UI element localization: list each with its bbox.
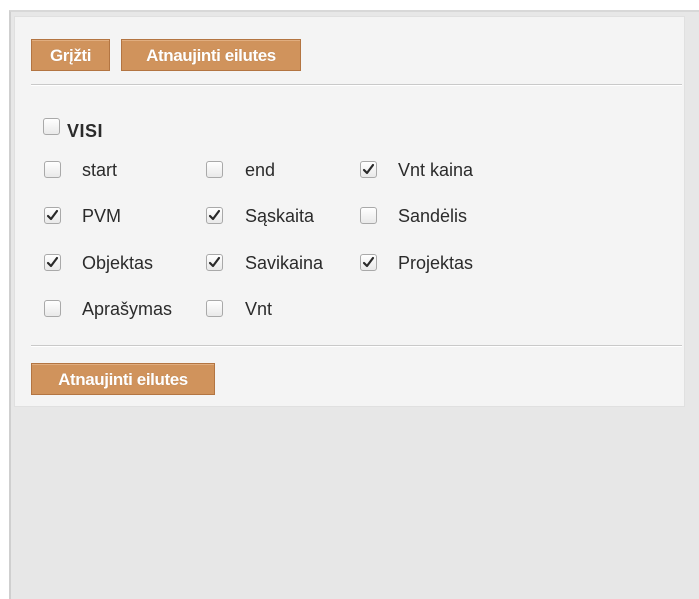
column-label-sandelis: Sandėlis (398, 206, 468, 226)
column-label-vnt-kaina: Vnt kaina (398, 160, 474, 180)
column-checkbox-saskaita[interactable] (206, 207, 223, 224)
column-label-end: end (245, 160, 276, 180)
column-label-saskaita: Sąskaita (245, 206, 315, 226)
divider (31, 345, 682, 347)
checkmark-icon (362, 163, 375, 175)
select-all-checkbox[interactable] (43, 118, 60, 135)
column-checkbox-vnt[interactable] (206, 300, 223, 317)
column-label-vnt: Vnt (245, 299, 273, 319)
checkmark-icon (208, 209, 221, 221)
column-checkbox-end[interactable] (206, 161, 223, 178)
select-all-label: VISI (67, 121, 104, 141)
column-label-pvm: PVM (82, 206, 122, 226)
column-checkbox-savikaina[interactable] (206, 254, 223, 271)
checkmark-icon (46, 209, 59, 221)
divider (31, 84, 682, 86)
checkmark-icon (362, 256, 375, 268)
checkmark-icon (46, 256, 59, 268)
column-checkbox-sandelis[interactable] (360, 207, 377, 224)
column-label-savikaina: Savikaina (245, 253, 324, 273)
column-checkbox-pvm[interactable] (44, 207, 61, 224)
back-button[interactable]: Grįžti (31, 39, 110, 71)
column-label-objektas: Objektas (82, 253, 154, 273)
column-checkbox-start[interactable] (44, 161, 61, 178)
column-checkbox-objektas[interactable] (44, 254, 61, 271)
column-checkbox-aprasymas[interactable] (44, 300, 61, 317)
column-checkbox-vnt-kaina[interactable] (360, 161, 377, 178)
column-checkbox-projektas[interactable] (360, 254, 377, 271)
refresh-rows-button-bottom[interactable]: Atnaujinti eilutes (31, 363, 215, 395)
column-label-start: start (82, 160, 118, 180)
column-label-aprasymas: Aprašymas (82, 299, 173, 319)
refresh-rows-button[interactable]: Atnaujinti eilutes (121, 39, 301, 71)
checkmark-icon (208, 256, 221, 268)
column-label-projektas: Projektas (398, 253, 474, 273)
